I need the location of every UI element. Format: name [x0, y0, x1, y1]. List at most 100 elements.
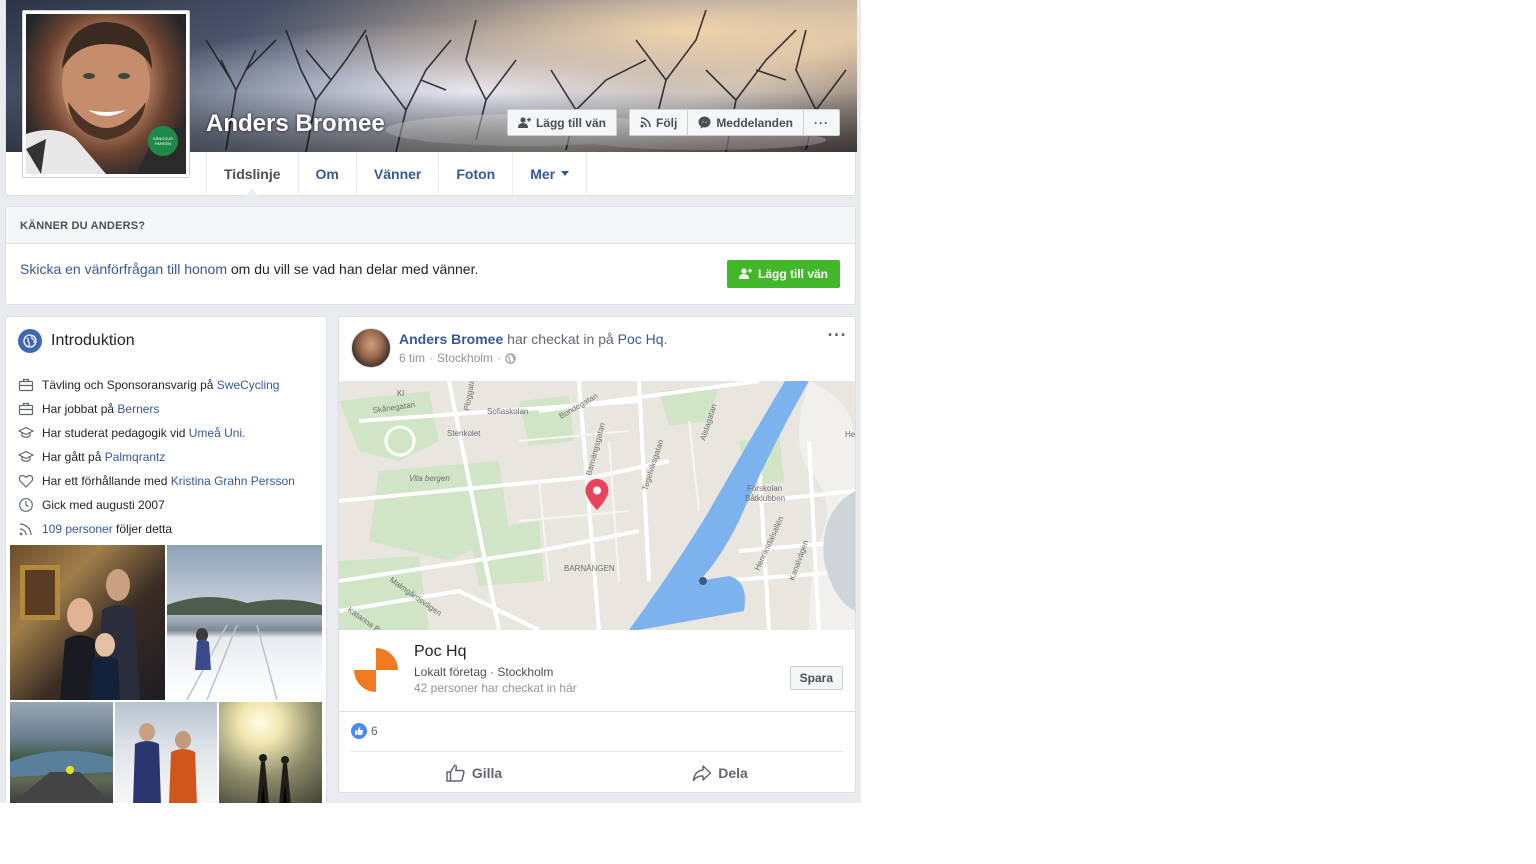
- like-reaction-icon: [351, 723, 367, 739]
- post-timestamp[interactable]: 6 tim: [399, 351, 425, 365]
- reactions-count: 6: [371, 724, 378, 738]
- profile-header: SÅNGGUR PARKEN Anders Bromee Lägg till v…: [5, 0, 857, 196]
- intro-item-text: Har gått på Palmqrantz: [42, 450, 166, 464]
- know-card-text: om du vill se vad han delar med vänner.: [227, 261, 479, 277]
- tab-label: Foton: [456, 165, 496, 182]
- place-category: Lokalt företag · Stockholm: [414, 665, 554, 679]
- intro-title: Introduktion: [51, 332, 135, 349]
- know-card-header: KÄNNER DU ANDERS?: [6, 207, 855, 244]
- post-subline: 6 tim · Stockholm ·: [399, 351, 667, 365]
- tab-photos[interactable]: Foton: [439, 152, 514, 195]
- send-friend-request-link[interactable]: Skicka en vänförfrågan till honom: [20, 261, 227, 277]
- add-friend-icon: [517, 116, 531, 128]
- svg-text:Kl: Kl: [397, 389, 404, 398]
- profile-photo: SÅNGGUR PARKEN: [26, 14, 186, 174]
- svg-text:He: He: [845, 430, 855, 439]
- tab-label: Tidslinje: [224, 165, 281, 182]
- follow-message-group: Följ Meddelanden ···: [628, 109, 840, 136]
- svg-text:Båtklubben: Båtklubben: [745, 494, 785, 503]
- more-dots-icon: ···: [814, 115, 829, 130]
- facebook-profile-page: SÅNGGUR PARKEN Anders Bromee Lägg till v…: [0, 0, 861, 803]
- intro-item-education: Har studerat pedagogik vid Umeå Uni.: [18, 421, 326, 445]
- intro-item-joined: Gick med augusti 2007: [18, 493, 326, 517]
- place-link[interactable]: Poc Hq: [618, 331, 664, 347]
- graduation-cap-icon: [18, 450, 34, 462]
- tab-friends[interactable]: Vänner: [357, 152, 440, 195]
- place-name[interactable]: Poc Hq: [414, 643, 466, 661]
- post-card: Anders Bromee har checkat in på Poc Hq. …: [338, 316, 856, 793]
- share-label: Dela: [718, 764, 748, 781]
- intro-link[interactable]: Palmqrantz: [105, 450, 166, 464]
- message-button[interactable]: Meddelanden: [688, 109, 804, 136]
- intro-link[interactable]: Berners: [117, 402, 159, 416]
- follow-button[interactable]: Följ: [628, 109, 689, 136]
- like-button[interactable]: Gilla: [351, 752, 597, 793]
- follow-label: Följ: [655, 115, 678, 130]
- briefcase-icon: [18, 402, 34, 416]
- followers-link[interactable]: 109 personer: [42, 522, 113, 536]
- thumbs-up-icon: [446, 764, 465, 782]
- intro-item-relationship: Har ett förhållande med Kristina Grahn P…: [18, 469, 326, 493]
- heart-icon: [18, 474, 34, 488]
- intro-item-text: Har ett förhållande med Kristina Grahn P…: [42, 474, 295, 488]
- svg-text:Förskolan: Förskolan: [747, 484, 782, 493]
- tab-label: Om: [315, 165, 339, 182]
- more-options-button[interactable]: ···: [804, 109, 840, 136]
- featured-photo[interactable]: [219, 702, 322, 803]
- clock-icon: [19, 498, 33, 512]
- briefcase-icon: [18, 378, 34, 392]
- svg-text:Vita bergen: Vita bergen: [409, 474, 450, 483]
- tab-timeline[interactable]: Tidslinje: [206, 152, 299, 196]
- intro-item-work: Har jobbat på Berners: [18, 397, 326, 421]
- cover-actions: Lägg till vän Följ Meddelanden ···: [506, 109, 840, 136]
- map-pin-icon: [585, 479, 609, 510]
- know-card-body: Skicka en vänförfrågan till honom om du …: [6, 244, 855, 294]
- intro-item-text: Har jobbat på Berners: [42, 402, 160, 416]
- intro-link[interactable]: Kristina Grahn Persson: [171, 474, 295, 488]
- poc-logo-icon: [354, 648, 398, 692]
- add-friend-button[interactable]: Lägg till vän: [506, 109, 617, 136]
- featured-photo[interactable]: [167, 545, 322, 700]
- add-friend-label: Lägg till vän: [757, 267, 828, 281]
- intro-header: Introduktion: [6, 317, 326, 353]
- rss-icon: [640, 117, 651, 128]
- intro-item-work: Tävling och Sponsoransvarig på SweCyclin…: [18, 373, 326, 397]
- featured-photo[interactable]: [115, 702, 217, 803]
- intro-item-followers: 109 personer följer detta: [18, 517, 326, 541]
- place-attachment[interactable]: Poc Hq Lokalt företag · Stockholm 42 per…: [339, 630, 855, 712]
- intro-item-text: Tävling och Sponsoransvarig på SweCyclin…: [42, 378, 280, 392]
- post-header: Anders Bromee har checkat in på Poc Hq. …: [339, 317, 855, 381]
- add-friend-icon: [738, 268, 752, 279]
- add-friend-green-button[interactable]: Lägg till vän: [726, 260, 840, 288]
- post-author-link[interactable]: Anders Bromee: [399, 331, 503, 347]
- post-title: Anders Bromee har checkat in på Poc Hq.: [399, 331, 668, 347]
- messenger-icon: [698, 116, 711, 129]
- post-meta: Anders Bromee har checkat in på Poc Hq. …: [399, 331, 667, 365]
- tab-about[interactable]: Om: [299, 152, 357, 195]
- intro-card: Introduktion Tävling och Sponsoransvarig…: [5, 316, 327, 803]
- post-location[interactable]: Stockholm: [437, 351, 493, 365]
- campaign-badge: SÅNGGUR PARKEN: [148, 126, 178, 156]
- profile-name[interactable]: Anders Bromee: [206, 110, 385, 138]
- chevron-down-icon: [561, 171, 570, 176]
- featured-photo[interactable]: [10, 702, 113, 803]
- tab-more[interactable]: Mer: [513, 152, 588, 195]
- profile-picture[interactable]: SÅNGGUR PARKEN: [22, 10, 190, 178]
- post-actions: Gilla Dela: [351, 751, 843, 793]
- share-button[interactable]: Dela: [597, 752, 843, 793]
- add-friend-label: Lägg till vän: [535, 115, 606, 130]
- intro-link[interactable]: SweCycling: [217, 378, 280, 392]
- intro-item-text: Gick med augusti 2007: [42, 498, 165, 512]
- map[interactable]: Skånegatan Bondegatan Sofiaskolan Stenko…: [339, 381, 855, 630]
- featured-photo[interactable]: [10, 545, 165, 700]
- intro-item-text: 109 personer följer detta: [42, 522, 173, 536]
- avatar[interactable]: [351, 328, 391, 368]
- intro-link[interactable]: Umeå Uni.: [189, 426, 246, 440]
- like-label: Gilla: [471, 764, 503, 781]
- post-options-button[interactable]: ···: [828, 325, 847, 346]
- save-button[interactable]: Spara: [789, 666, 843, 690]
- message-label: Meddelanden: [716, 115, 793, 130]
- reactions-summary[interactable]: 6: [351, 723, 378, 739]
- graduation-cap-icon: [18, 426, 34, 438]
- rss-icon: [19, 523, 32, 536]
